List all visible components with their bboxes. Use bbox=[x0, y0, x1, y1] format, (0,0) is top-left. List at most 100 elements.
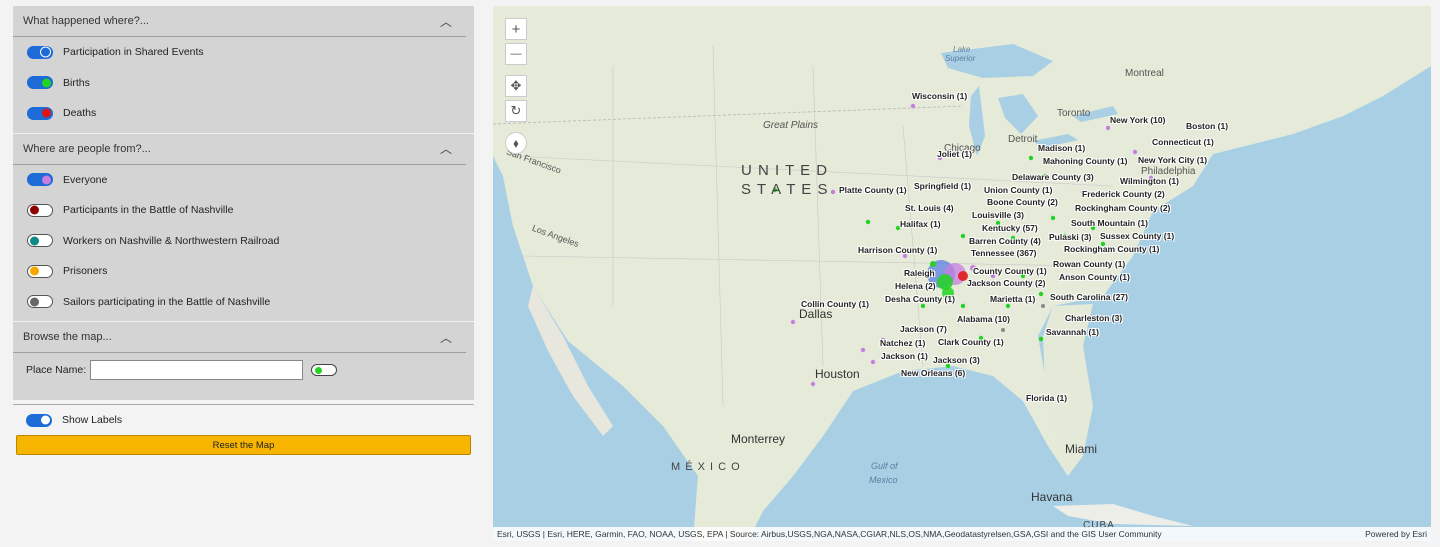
attribution-text: Esri, USGS | Esri, HERE, Garmin, FAO, NO… bbox=[497, 529, 1162, 539]
place-label[interactable]: Tennessee (367) bbox=[971, 248, 1037, 258]
place-label[interactable]: Rockingham County (2) bbox=[1075, 203, 1170, 213]
place-label[interactable]: Wilmington (1) bbox=[1120, 176, 1179, 186]
layer-row-railroad-workers[interactable]: Workers on Nashville & Northwestern Rail… bbox=[13, 226, 474, 257]
layer-row-sailors[interactable]: Sailors participating in the Battle of N… bbox=[13, 287, 474, 318]
country-label-us: S T A T E S bbox=[741, 181, 829, 198]
place-label[interactable]: Raleigh bbox=[904, 268, 935, 278]
toggle-switch[interactable] bbox=[27, 203, 53, 217]
section-header-people[interactable]: Where are people from?... ︿ bbox=[13, 134, 466, 165]
place-label[interactable]: Joliet (1) bbox=[937, 149, 972, 159]
layer-row-births[interactable]: Births bbox=[13, 68, 474, 99]
place-label[interactable]: Helena (2) bbox=[895, 281, 936, 291]
layer-row-deaths[interactable]: Deaths bbox=[13, 98, 474, 129]
place-label[interactable]: Alabama (10) bbox=[957, 314, 1010, 324]
place-label[interactable]: Clark County (1) bbox=[938, 337, 1004, 347]
place-label[interactable]: Natchez (1) bbox=[880, 338, 925, 348]
toggle-knob bbox=[40, 46, 51, 58]
toggle-switch[interactable] bbox=[27, 45, 53, 59]
map-view[interactable]: U N I T E D S T A T E S Great Plains Lak… bbox=[493, 6, 1431, 541]
toggle-knob bbox=[30, 205, 39, 215]
section-header-events[interactable]: What happened where?... ︿ bbox=[13, 6, 466, 37]
place-label[interactable]: Collin County (1) bbox=[801, 299, 869, 309]
place-toggle[interactable] bbox=[311, 364, 338, 376]
place-label[interactable]: Harrison County (1) bbox=[858, 245, 937, 255]
place-name-input[interactable] bbox=[90, 360, 304, 380]
chevron-up-icon[interactable]: ︿ bbox=[438, 140, 454, 157]
place-label[interactable]: Jackson (1) bbox=[881, 351, 928, 361]
place-label[interactable]: Jackson (7) bbox=[900, 324, 947, 334]
toggle-knob bbox=[30, 266, 39, 276]
place-label[interactable]: Florida (1) bbox=[1026, 393, 1067, 403]
country-label-us: U N I T E D bbox=[741, 162, 829, 179]
layer-panel: What happened where?... ︿ Participation … bbox=[13, 6, 474, 400]
place-label[interactable]: New Orleans (6) bbox=[901, 368, 965, 378]
pan-icon[interactable]: ✥ bbox=[505, 75, 527, 97]
toggle-knob bbox=[30, 236, 39, 246]
place-label[interactable]: Kentucky (57) bbox=[982, 223, 1038, 233]
attribution-bar: Esri, USGS | Esri, HERE, Garmin, FAO, NO… bbox=[493, 527, 1431, 541]
reset-map-button[interactable]: Reset the Map bbox=[16, 435, 471, 455]
layer-row-prisoners[interactable]: Prisoners bbox=[13, 256, 474, 287]
toggle-switch[interactable] bbox=[27, 295, 53, 309]
place-label[interactable]: Charleston (3) bbox=[1065, 313, 1122, 323]
sea-label: Gulf of bbox=[871, 461, 898, 471]
layer-label: Births bbox=[63, 76, 90, 89]
place-label[interactable]: St. Louis (4) bbox=[905, 203, 954, 213]
place-label[interactable]: Pulaski (3) bbox=[1049, 232, 1092, 242]
zoom-out-button[interactable]: — bbox=[505, 43, 527, 65]
show-labels-toggle[interactable] bbox=[26, 413, 52, 427]
compass-icon[interactable]: ⬧ bbox=[505, 132, 527, 154]
layer-row-participation[interactable]: Participation in Shared Events bbox=[13, 37, 474, 68]
toggle-knob bbox=[315, 367, 323, 374]
place-label[interactable]: Springfield (1) bbox=[914, 181, 971, 191]
place-label[interactable]: Wisconsin (1) bbox=[912, 91, 967, 101]
basemap bbox=[493, 6, 1431, 541]
toggle-switch[interactable] bbox=[27, 76, 53, 90]
lake-label: Lake bbox=[953, 45, 971, 54]
toggle-switch[interactable] bbox=[27, 264, 53, 278]
layer-row-battle-participants[interactable]: Participants in the Battle of Nashville bbox=[13, 195, 474, 226]
layer-row-everyone[interactable]: Everyone bbox=[13, 165, 474, 196]
toggle-switch[interactable] bbox=[27, 106, 53, 120]
powered-by-esri[interactable]: Powered by Esri bbox=[1365, 529, 1427, 539]
place-label[interactable]: Sussex County (1) bbox=[1100, 231, 1174, 241]
place-label[interactable]: Marietta (1) bbox=[990, 294, 1035, 304]
rotate-icon[interactable]: ↻ bbox=[505, 100, 527, 122]
place-label[interactable]: New York (10) bbox=[1110, 115, 1165, 125]
toggle-switch[interactable] bbox=[27, 234, 53, 248]
place-label[interactable]: Union County (1) bbox=[984, 185, 1052, 195]
section-title: Where are people from?... bbox=[23, 142, 151, 155]
place-label[interactable]: Halifax (1) bbox=[900, 219, 941, 229]
place-label[interactable]: Mahoning County (1) bbox=[1043, 156, 1128, 166]
place-label[interactable]: New York City (1) bbox=[1138, 155, 1207, 165]
place-label[interactable]: Barren County (4) bbox=[969, 236, 1041, 246]
place-label[interactable]: Boston (1) bbox=[1186, 121, 1228, 131]
toggle-knob bbox=[41, 415, 50, 425]
show-labels-row[interactable]: Show Labels bbox=[13, 405, 474, 435]
place-label[interactable]: Rowan County (1) bbox=[1053, 259, 1125, 269]
layer-label: Prisoners bbox=[63, 265, 108, 278]
chevron-up-icon[interactable]: ︿ bbox=[438, 13, 454, 30]
place-label[interactable]: Jackson County (2) bbox=[967, 278, 1045, 288]
place-label[interactable]: Madison (1) bbox=[1038, 143, 1085, 153]
place-label[interactable]: Frederick County (2) bbox=[1082, 189, 1165, 199]
place-label[interactable]: Rockingham County (1) bbox=[1064, 244, 1159, 254]
toggle-knob bbox=[42, 78, 51, 88]
place-label[interactable]: Boone County (2) bbox=[987, 197, 1058, 207]
place-label[interactable]: County County (1) bbox=[973, 266, 1047, 276]
place-label[interactable]: Savannah (1) bbox=[1046, 327, 1099, 337]
zoom-in-button[interactable]: + bbox=[505, 18, 527, 40]
place-label[interactable]: South Carolina (27) bbox=[1050, 292, 1128, 302]
place-label[interactable]: Louisville (3) bbox=[972, 210, 1024, 220]
place-label[interactable]: South Mountain (1) bbox=[1071, 218, 1148, 228]
place-label[interactable]: Delaware County (3) bbox=[1012, 172, 1094, 182]
place-label[interactable]: Platte County (1) bbox=[839, 185, 907, 195]
toggle-switch[interactable] bbox=[27, 173, 53, 187]
place-label[interactable]: Jackson (3) bbox=[933, 355, 980, 365]
section-header-browse[interactable]: Browse the map... ︿ bbox=[13, 322, 466, 353]
place-label[interactable]: Desha County (1) bbox=[885, 294, 955, 304]
city-label: Miami bbox=[1065, 442, 1097, 456]
place-label[interactable]: Anson County (1) bbox=[1059, 272, 1130, 282]
place-label[interactable]: Connecticut (1) bbox=[1152, 137, 1214, 147]
chevron-up-icon[interactable]: ︿ bbox=[438, 329, 454, 346]
